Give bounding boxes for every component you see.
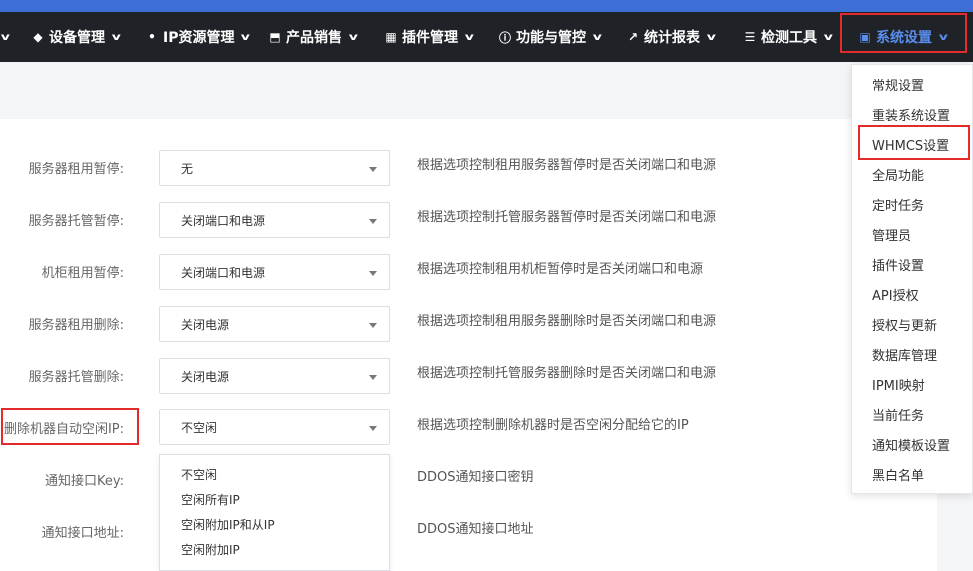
label-highlight-box [1, 408, 139, 445]
nav-highlight-box [840, 13, 967, 53]
menu-item-ipmi-mapping[interactable]: IPMI映射 [872, 375, 925, 394]
menu-item-scheduled-tasks[interactable]: 定时任务 [872, 195, 924, 214]
menu-item-current-tasks[interactable]: 当前任务 [872, 405, 924, 424]
select-value: 关闭端口和电源 [181, 213, 266, 228]
menu-item-general-settings[interactable]: 常规设置 [872, 75, 924, 94]
chevron-down-icon: v [823, 31, 833, 43]
row-label: 服务器租用暂停: [28, 162, 124, 177]
top-accent-bar [0, 0, 973, 12]
row-description: 根据选项控制托管服务器暂停时是否关闭端口和电源 [417, 210, 717, 225]
dropdown-option[interactable]: 空闲附加IP和从IP [181, 516, 275, 533]
line-chart-icon: ↗ [627, 30, 639, 44]
settings-panel [0, 119, 937, 571]
row-description: 根据选项控制租用服务器暂停时是否关闭端口和电源 [417, 158, 717, 173]
dropdown-option[interactable]: 空闲所有IP [181, 491, 240, 508]
menu-highlight-box [858, 125, 970, 160]
server-hosting-delete-select[interactable]: 关闭电源 [159, 358, 390, 394]
row-description: 根据选项控制托管服务器删除时是否关闭端口和电源 [417, 366, 717, 381]
row-label: 服务器托管删除: [28, 370, 124, 385]
caret-down-icon [369, 271, 377, 276]
chevron-down-icon: v [0, 31, 10, 43]
caret-down-icon [369, 167, 377, 172]
row-description: 根据选项控制租用机柜暂停时是否关闭端口和电源 [417, 262, 704, 277]
auto-free-ip-dropdown: 不空闲 空闲所有IP 空闲附加IP和从IP 空闲附加IP [159, 454, 390, 571]
nav-item-label: 功能与管控 [516, 30, 586, 46]
menu-item-database-management[interactable]: 数据库管理 [872, 345, 937, 364]
menu-item-plugin-settings[interactable]: 插件设置 [872, 255, 924, 274]
caret-down-icon [369, 219, 377, 224]
cabinet-rent-pause-select[interactable]: 关闭端口和电源 [159, 254, 390, 290]
row-description: DDOS通知接口密钥 [417, 470, 534, 485]
nav-item-label: 产品销售 [286, 30, 342, 46]
info-circle-icon: ⓘ [498, 30, 511, 45]
page-subheader [0, 62, 937, 119]
select-value: 关闭电源 [181, 317, 230, 332]
nav-item-functions-control[interactable]: ⓘ 功能与管控 v [498, 12, 602, 62]
list-icon: ☰ [744, 30, 756, 44]
menu-item-api-authorization[interactable]: API授权 [872, 285, 919, 304]
nav-item-device-management[interactable]: ◆ 设备管理 v [31, 12, 120, 62]
map-marker-icon: • [148, 30, 156, 44]
main-navbar: v ◆ 设备管理 v • IP资源管理 v ⬒ 产品销售 v ▦ 插件管理 v … [0, 12, 973, 62]
server-rent-pause-select[interactable]: 无 [159, 150, 390, 186]
nav-item-statistics[interactable]: ↗ 统计报表 v [626, 12, 716, 62]
chevron-down-icon: v [706, 31, 716, 43]
row-label: 服务器租用删除: [28, 318, 124, 333]
row-description: 根据选项控制删除机器时是否空闲分配给它的IP [417, 418, 689, 433]
nav-item-label: 插件管理 [402, 30, 458, 46]
nav-item-label: 统计报表 [644, 30, 700, 46]
caret-down-icon [369, 323, 377, 328]
dropdown-option[interactable]: 不空闲 [181, 466, 217, 483]
auto-free-ip-select[interactable]: 不空闲 [159, 409, 390, 445]
chevron-down-icon: v [111, 31, 121, 43]
menu-item-reinstall-settings[interactable]: 重装系统设置 [872, 105, 950, 124]
menu-item-global-functions[interactable]: 全局功能 [872, 165, 924, 184]
chevron-down-icon: v [241, 31, 251, 43]
select-value: 无 [181, 161, 194, 176]
cube-icon: ◆ [33, 30, 43, 44]
server-rent-delete-select[interactable]: 关闭电源 [159, 306, 390, 342]
select-value: 不空闲 [181, 420, 218, 435]
nav-item-label: IP资源管理 [163, 30, 235, 46]
nav-item-plugin-management[interactable]: ▦ 插件管理 v [384, 12, 474, 62]
nav-item-detection-tools[interactable]: ☰ 检测工具 v [743, 12, 833, 62]
caret-down-icon [369, 375, 377, 380]
select-value: 关闭电源 [181, 369, 230, 384]
grid-icon: ▦ [385, 30, 397, 44]
row-label: 服务器托管暂停: [28, 214, 124, 229]
nav-left-chevron[interactable]: v [0, 12, 10, 62]
nav-item-label: 设备管理 [49, 30, 105, 46]
row-label: 机柜租用暂停: [41, 266, 124, 281]
menu-item-administrators[interactable]: 管理员 [872, 225, 911, 244]
chevron-down-icon: v [348, 31, 358, 43]
row-description: 根据选项控制租用服务器删除时是否关闭端口和电源 [417, 314, 717, 329]
nav-item-ip-resources[interactable]: • IP资源管理 v [145, 12, 251, 62]
nav-item-product-sales[interactable]: ⬒ 产品销售 v [268, 12, 358, 62]
chevron-down-icon: v [592, 31, 602, 43]
menu-item-license-updates[interactable]: 授权与更新 [872, 315, 937, 334]
menu-item-blacklist-whitelist[interactable]: 黑白名单 [872, 465, 924, 484]
caret-down-icon [369, 426, 377, 431]
row-label: 通知接口地址: [41, 526, 124, 541]
server-hosting-pause-select[interactable]: 关闭端口和电源 [159, 202, 390, 238]
nav-item-label: 检测工具 [761, 30, 817, 46]
chevron-down-icon: v [464, 31, 474, 43]
menu-item-notification-templates[interactable]: 通知模板设置 [872, 435, 950, 454]
row-label: 通知接口Key: [44, 474, 124, 489]
select-value: 关闭端口和电源 [181, 265, 266, 280]
dropdown-option[interactable]: 空闲附加IP [181, 541, 240, 558]
shopping-cart-icon: ⬒ [269, 30, 281, 44]
row-description: DDOS通知接口地址 [417, 522, 534, 537]
